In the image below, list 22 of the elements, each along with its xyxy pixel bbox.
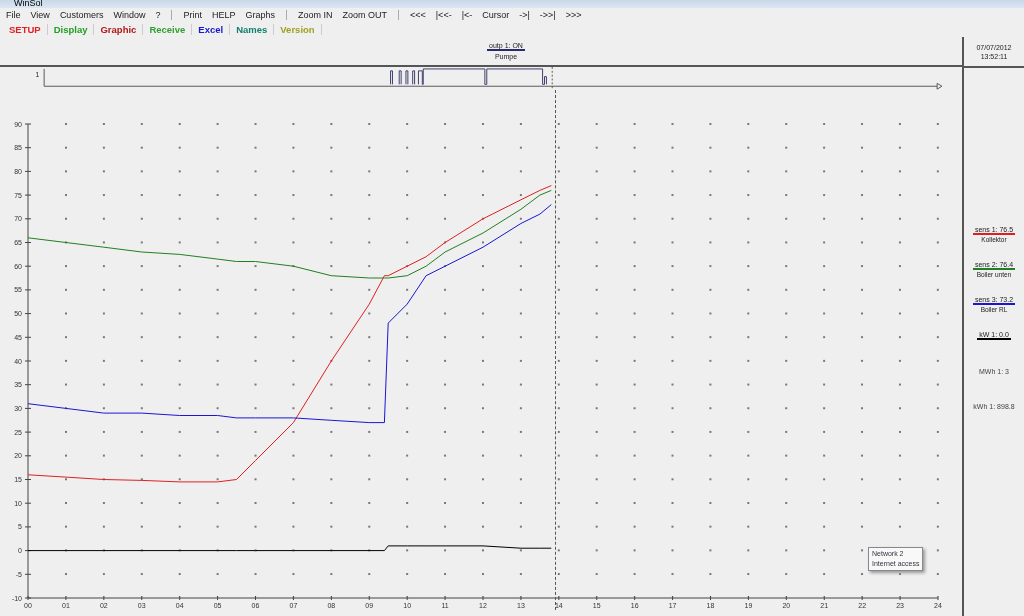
menu-item[interactable]: ? (150, 10, 166, 20)
menu-item[interactable]: View (25, 10, 55, 20)
menu-item[interactable]: ->| (514, 10, 535, 20)
menu-item[interactable]: <<< (405, 10, 431, 20)
menu-item[interactable]: >>> (560, 10, 587, 20)
menu-item[interactable]: Print (178, 10, 207, 20)
menu-item[interactable]: HELP (206, 10, 241, 20)
menu-item[interactable]: Window (108, 10, 151, 20)
menu-item[interactable]: |<<- (430, 10, 457, 20)
toolbar-button[interactable]: Excel (192, 24, 231, 35)
menu-item[interactable]: ->>| (534, 10, 561, 20)
toolbar-button[interactable]: Names (230, 24, 275, 35)
window-title: WinSol (0, 0, 1024, 8)
menu-item[interactable]: |<- (456, 10, 478, 20)
menu-item[interactable]: Cursor (477, 10, 515, 20)
menu-item[interactable]: Zoom OUT (337, 10, 392, 20)
menu-item[interactable]: Zoom IN (292, 10, 338, 20)
menu-item[interactable]: Customers (54, 10, 109, 20)
toolbar-button[interactable]: Graphic (94, 24, 144, 35)
menu-item[interactable]: Graphs (240, 10, 280, 20)
toolbar-button[interactable]: SETUP (3, 24, 48, 35)
menu-item[interactable]: File (1, 10, 26, 20)
